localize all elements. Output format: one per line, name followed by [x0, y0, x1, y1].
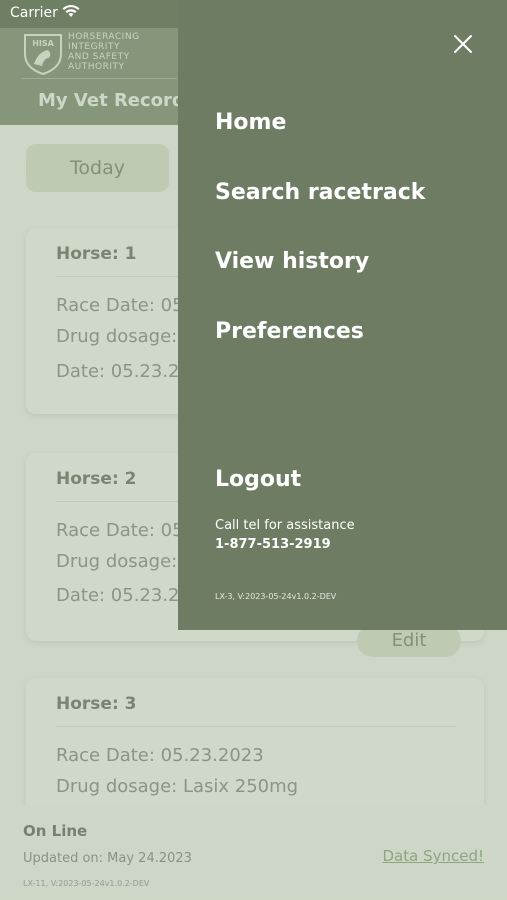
close-icon[interactable]: [453, 34, 473, 54]
menu-item-home[interactable]: Home: [215, 110, 286, 135]
assistance-phone-link[interactable]: 1-877-513-2919: [215, 537, 331, 552]
assistance-label: Call tel for assistance: [215, 518, 355, 533]
menu-item-view-history[interactable]: View history: [215, 249, 369, 274]
menu-item-preferences[interactable]: Preferences: [215, 319, 364, 344]
menu-item-search-racetrack[interactable]: Search racetrack: [215, 180, 425, 205]
drawer-version-label: LX-3, V:2023-05-24v1.0.2-DEV: [215, 592, 337, 601]
logout-button[interactable]: Logout: [215, 467, 301, 492]
navigation-drawer: Home Search racetrack View history Prefe…: [178, 0, 507, 630]
